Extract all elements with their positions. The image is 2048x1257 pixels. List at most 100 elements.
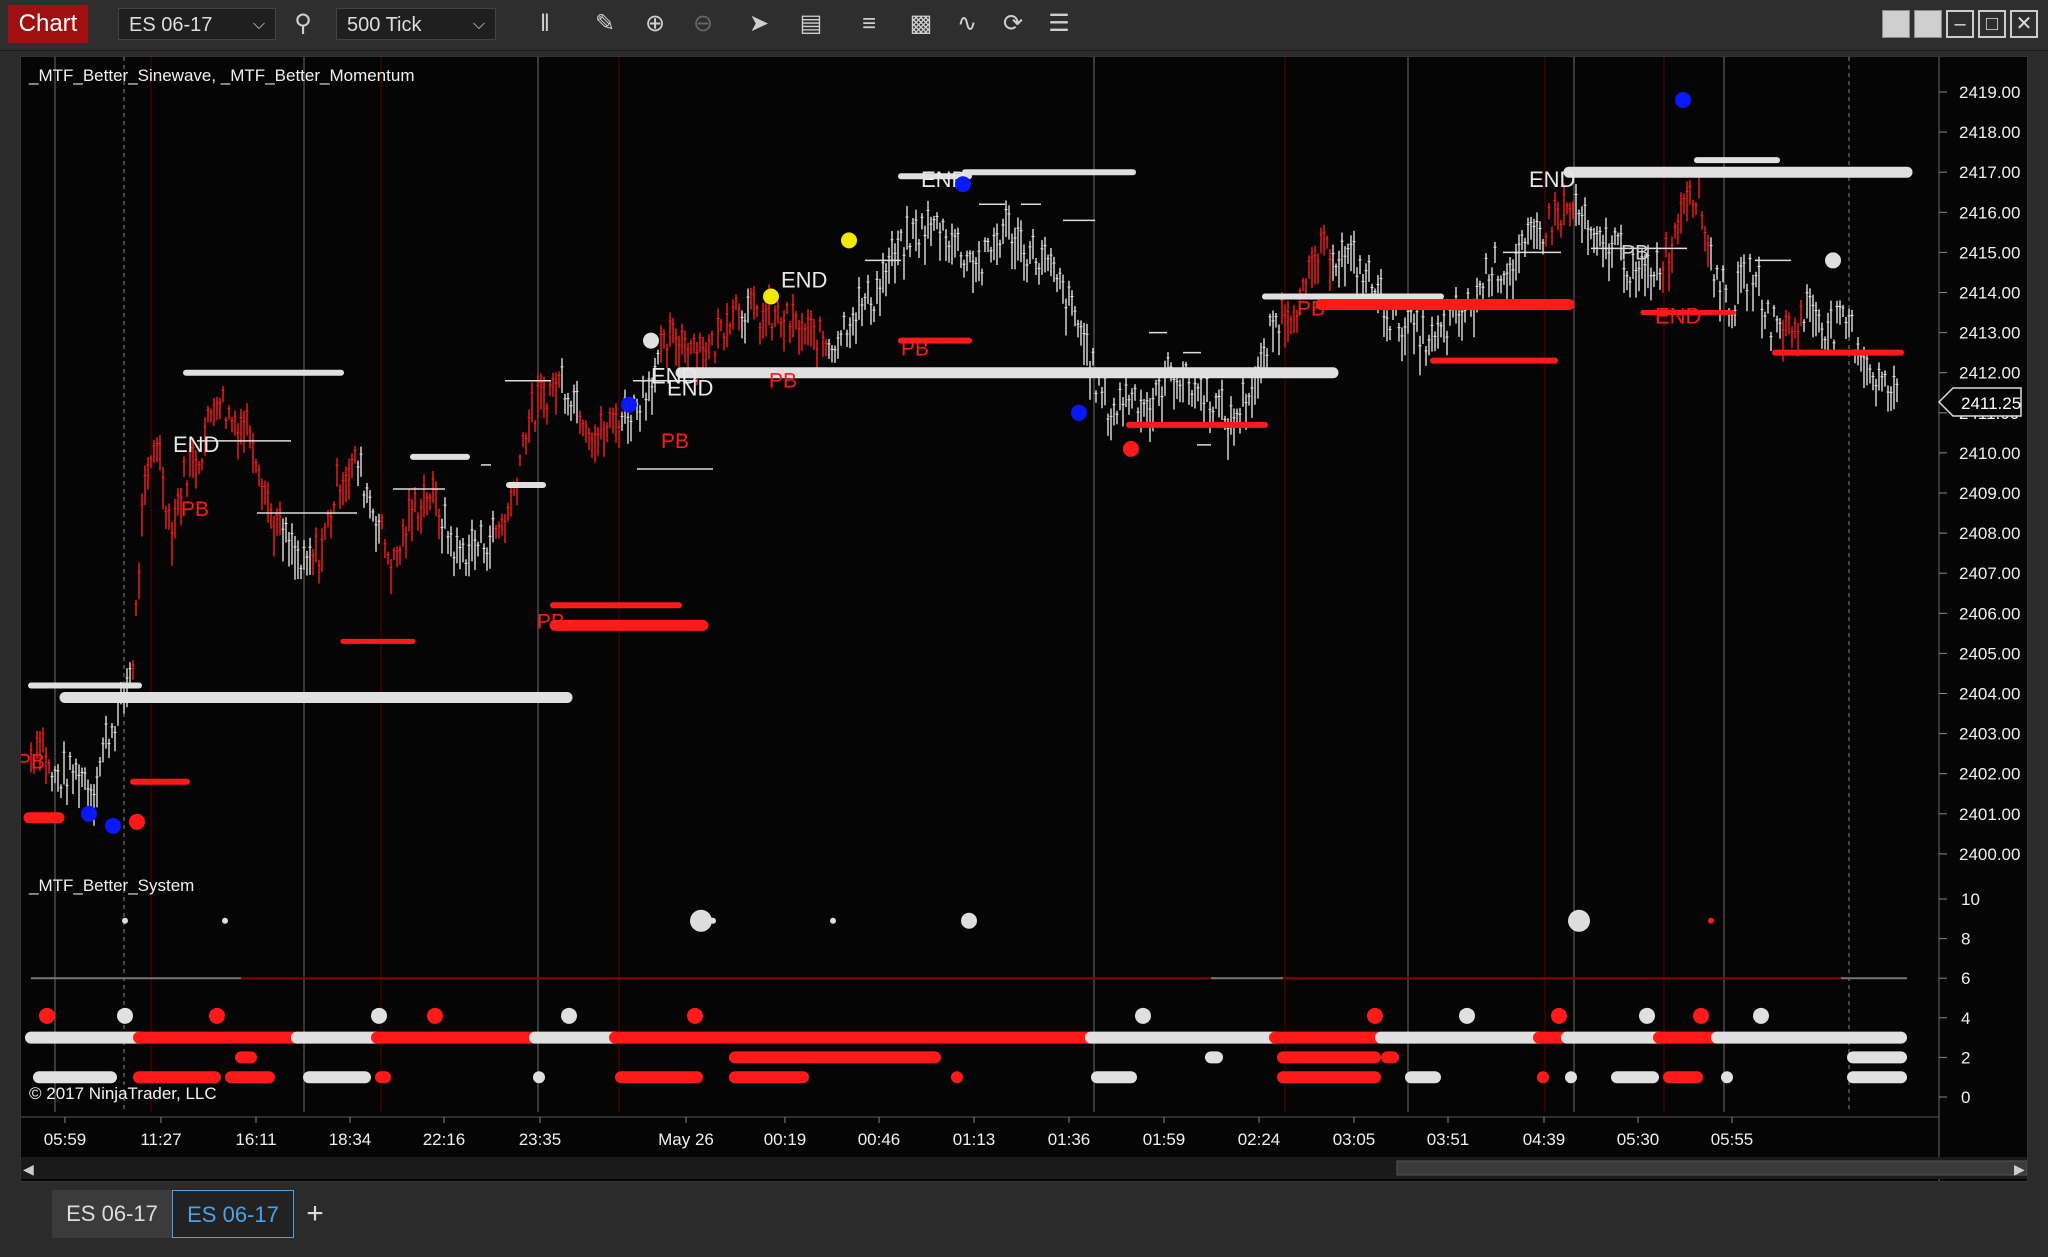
instrument-selector[interactable]: ES 06-17 ⌵ (118, 8, 276, 40)
pb-label: PB (901, 338, 929, 361)
system-strength-dot (690, 909, 712, 932)
strategies-icon[interactable]: ∿ (950, 8, 984, 40)
bar-type-icon[interactable]: ‖ (528, 8, 562, 40)
system-dot (209, 1007, 225, 1024)
system-tick-label: 0 (1961, 1088, 1970, 1107)
price-tick-label: 2408.00 (1959, 524, 2020, 543)
pb-label: PB (769, 370, 797, 393)
pb-label: PB (21, 751, 45, 774)
chevron-down-icon: ⌵ (252, 16, 265, 33)
tile2-icon[interactable] (1914, 10, 1942, 38)
price-bars (29, 169, 1899, 826)
time-tick-label: 03:05 (1333, 1130, 1376, 1149)
price-tick-label: 2413.00 (1959, 324, 2020, 343)
time-tick-label: 00:46 (858, 1130, 901, 1149)
close-icon[interactable]: ✕ (2010, 10, 2038, 38)
time-tick-label: 00:19 (764, 1130, 807, 1149)
time-tick-label: 03:51 (1427, 1130, 1470, 1149)
price-tick-label: 2409.00 (1959, 484, 2020, 503)
chart-window: Chart ES 06-17 ⌵ ⚲ 500 Tick ⌵ ‖ ✎ ⊕ ⊖ ➤ … (0, 0, 2048, 1257)
session-lines (54, 57, 1850, 1112)
indicators-list-icon[interactable]: ☰ (1042, 8, 1076, 40)
zoom-in-icon[interactable]: ⊕ (638, 8, 672, 40)
signal-dot (763, 288, 779, 305)
maximize-icon[interactable]: □ (1978, 10, 2006, 38)
time-tick-label: 05:30 (1617, 1130, 1660, 1149)
price-tick-label: 2406.00 (1959, 604, 2020, 623)
system-tick-label: 6 (1961, 969, 1970, 988)
time-tick-label: 01:59 (1143, 1130, 1186, 1149)
price-tick-label: 2403.00 (1959, 725, 2020, 744)
price-tick-label: 2418.00 (1959, 123, 2020, 142)
search-icon[interactable]: ⚲ (286, 8, 320, 40)
system-dot (117, 1007, 133, 1024)
system-dot (371, 1007, 387, 1024)
system-dots (25, 909, 1907, 1084)
end-label: END (667, 376, 713, 401)
zoom-out-icon[interactable]: ⊖ (686, 8, 720, 40)
system-strength-dot (1568, 909, 1590, 932)
time-tick-label: 02:24 (1238, 1130, 1281, 1149)
end-label: END (1529, 167, 1575, 192)
time-tick-label: 23:35 (519, 1130, 562, 1149)
copyright-text: © 2017 NinjaTrader, LLC (29, 1084, 217, 1103)
horizontal-scrollbar[interactable]: ◀ ▶ (21, 1157, 2027, 1179)
price-tick-label: 2407.00 (1959, 564, 2020, 583)
time-axis: 05:59 11:27 16:11 18:34 22:16 23:35 May 26 00:1… (44, 1117, 1753, 1149)
signal-dot (955, 176, 971, 193)
system-tick-label: 8 (1961, 930, 1970, 949)
time-tick-label: 11:27 (140, 1130, 181, 1149)
system-dot (1135, 1007, 1151, 1024)
properties-icon[interactable]: ▩ (904, 8, 938, 40)
time-tick-label: 18:34 (329, 1130, 372, 1149)
system-tick-label: 2 (1961, 1048, 1970, 1067)
price-chart[interactable]: ENDENDENDENDEND ENDENDPBPBPBPBPBPBPBPB _M… (21, 57, 2027, 1181)
time-tick-label: 05:59 (44, 1130, 87, 1149)
system-dot (1459, 1007, 1475, 1024)
toolbar: Chart ES 06-17 ⌵ ⚲ 500 Tick ⌵ ‖ ✎ ⊕ ⊖ ➤ … (0, 0, 2048, 51)
pb-label: PB (661, 430, 689, 453)
pb-label: PB (1621, 241, 1649, 264)
signal-dot (643, 332, 659, 349)
interval-selector[interactable]: 500 Tick ⌵ (336, 8, 496, 40)
price-axis: 2419.00 2418.00 2417.00 2416.00 2415.00 2414.… (1939, 83, 2020, 864)
scroll-left-icon[interactable]: ◀ (23, 1161, 34, 1177)
end-label: END (173, 432, 219, 457)
system-dot (561, 1007, 577, 1024)
time-tick-label: 01:36 (1048, 1130, 1091, 1149)
chart-trader-icon[interactable]: ≡ (852, 8, 886, 40)
chart-panel[interactable]: END END END END END END END PB PB PB PB PB PB PB PB _M… (20, 56, 2028, 1182)
pb-label: PB (181, 498, 209, 521)
time-tick-label: 22:16 (423, 1130, 466, 1149)
tab-es-0617-1[interactable]: ES 06-17 (52, 1190, 172, 1238)
data-box-icon[interactable]: ▤ (794, 8, 828, 40)
system-dot (427, 1007, 443, 1024)
price-tick-label: 2400.00 (1959, 845, 2020, 864)
system-strength-dot (961, 912, 977, 929)
add-tab-button[interactable]: + (300, 1190, 330, 1238)
time-tick-label: May 26 (658, 1130, 714, 1149)
price-tick-label: 2415.00 (1959, 243, 2020, 262)
signal-dot (1675, 92, 1691, 109)
chart-menu-button[interactable]: Chart (8, 5, 88, 43)
system-dot (1367, 1007, 1383, 1024)
current-price-tag: 2411.25 (1937, 387, 2022, 417)
system-strength-dot (122, 917, 128, 924)
pb-label: PB (537, 610, 565, 633)
system-dot (687, 1007, 703, 1024)
tab-es-0617-2[interactable]: ES 06-17 (172, 1190, 294, 1238)
bottom-indicator-label: _MTF_Better_System (28, 876, 194, 895)
price-tick-label: 2414.00 (1959, 284, 2020, 303)
scrollbar-thumb[interactable] (1396, 1160, 2027, 1176)
pencil-icon[interactable]: ✎ (588, 8, 622, 40)
tile-icon[interactable] (1882, 10, 1910, 38)
price-tick-label: 2404.00 (1959, 685, 2020, 704)
system-strength-dot (710, 917, 716, 924)
system-dot (1551, 1007, 1567, 1024)
minimize-icon[interactable]: – (1946, 10, 1974, 38)
price-tick-label: 2401.00 (1959, 805, 2020, 824)
price-tick-label: 2412.00 (1959, 364, 2020, 383)
pointer-icon[interactable]: ➤ (742, 8, 776, 40)
scroll-right-icon[interactable]: ▶ (2014, 1161, 2025, 1177)
reload-icon[interactable]: ⟳ (996, 8, 1030, 40)
